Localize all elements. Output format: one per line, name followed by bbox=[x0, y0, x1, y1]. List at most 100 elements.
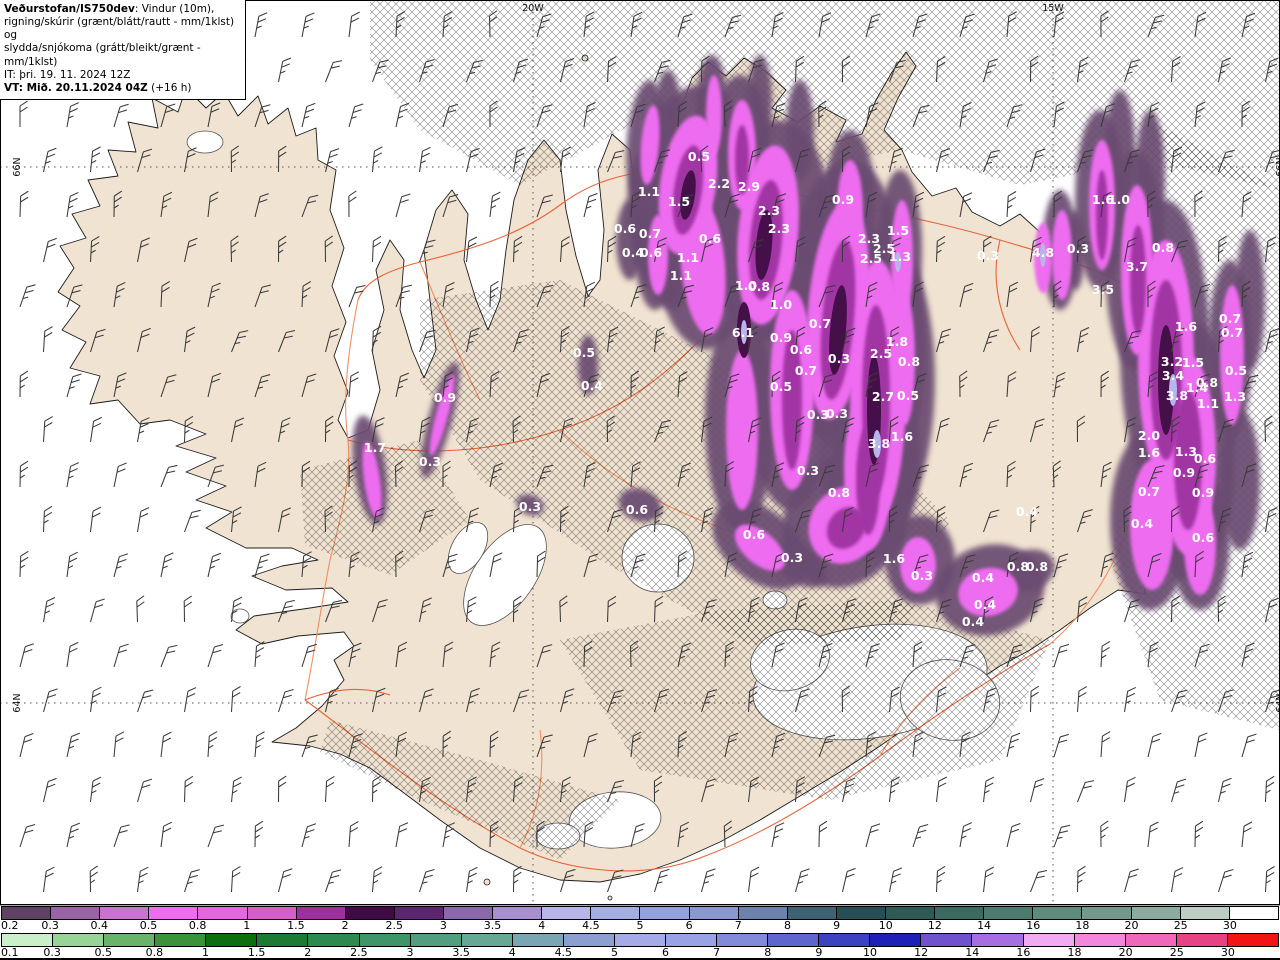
valid-time: VT: Mið. 20.11.2024 04Z bbox=[4, 81, 148, 94]
precip-value-label: 3.4 bbox=[1162, 368, 1184, 383]
precip-value-label: 0.6 bbox=[743, 527, 765, 542]
precip-value-label: 2.5 bbox=[860, 251, 882, 266]
scale-cell bbox=[1229, 907, 1278, 919]
precip-value-label: 0.8 bbox=[898, 354, 920, 369]
scale-cell bbox=[689, 907, 739, 919]
scale-cell bbox=[149, 907, 199, 919]
scale-tick-label: 20 bbox=[1124, 919, 1139, 932]
precip-value-label: 0.3 bbox=[977, 248, 999, 263]
scale-tick-label: 8 bbox=[783, 919, 791, 932]
precip-value-label: 1.6 bbox=[883, 551, 905, 566]
init-time: IT: þri. 19. 11. 2024 12Z bbox=[4, 68, 131, 81]
precip-value-label: 1.5 bbox=[887, 223, 909, 238]
scale-cell bbox=[1180, 907, 1230, 919]
precip-value-label: 0.7 bbox=[1219, 311, 1241, 326]
precip-value-label: 0.8 bbox=[1026, 559, 1048, 574]
precip-value-label: 3.5 bbox=[1092, 282, 1114, 297]
precip-value-label: 1.1 bbox=[677, 250, 699, 265]
precip-value-label: 0.7 bbox=[1138, 484, 1160, 499]
scale-cell bbox=[155, 934, 207, 946]
precip-value-label: 1.0 bbox=[1108, 192, 1130, 207]
precip-value-label: 0.4 bbox=[1131, 516, 1153, 531]
scale-cell bbox=[640, 907, 690, 919]
precip-value-label: 1.5 bbox=[668, 194, 690, 209]
precip-value-label: 0.4 bbox=[581, 378, 603, 393]
map-title-box: Veðurstofan/IS750dev: Vindur (10m), rign… bbox=[0, 0, 246, 100]
scale-cell bbox=[206, 934, 258, 946]
precip-value-label: 0.5 bbox=[1225, 363, 1247, 378]
scale-tick-label: 0.8 bbox=[188, 919, 207, 932]
scale-tick-label: 3.5 bbox=[483, 919, 502, 932]
scale-tick-label: 16 bbox=[1026, 919, 1041, 932]
sleet-scale-cells bbox=[1, 906, 1279, 920]
sleet-scale-ticks: 0.2 0.3 0.4 0.5 0.8 1 1.5 2 2.5 3 3.5 4 4.5 5 6 7 8 9 10 12… bbox=[0, 919, 1280, 932]
precip-value-label: 2.0 bbox=[1138, 428, 1160, 443]
valid-time-line: VT: Mið. 20.11.2024 04Z (+16 h) bbox=[4, 82, 240, 95]
scale-tick-label: 25 bbox=[1173, 919, 1188, 932]
title-line: Veðurstofan/IS750dev: Vindur (10m), bbox=[4, 3, 240, 16]
precip-value-label: 1.7 bbox=[364, 440, 386, 455]
scale-cell bbox=[768, 934, 820, 946]
precip-value-label: 0.4 bbox=[1016, 504, 1038, 519]
precip-value-label: 1.3 bbox=[1224, 389, 1246, 404]
precip-value-label: 0.5 bbox=[573, 345, 595, 360]
scale-cell bbox=[1131, 907, 1181, 919]
longitude-label: 15W bbox=[1042, 3, 1064, 14]
scale-cell bbox=[104, 934, 156, 946]
scale-tick-label: 1 bbox=[243, 919, 251, 932]
scale-tick-label: 7 bbox=[734, 919, 742, 932]
precip-value-label: 0.3 bbox=[419, 454, 441, 469]
precip-value-label: 3.8 bbox=[1166, 388, 1188, 403]
precip-value-label: 0.8 bbox=[1152, 240, 1174, 255]
color-scales: 0.2 0.3 0.4 0.5 0.8 1 1.5 2 2.5 3 3.5 4 4.5 5 6 7 8 9 10 12… bbox=[0, 905, 1280, 960]
precip-value-label: 2.3 bbox=[768, 221, 790, 236]
scale-tick-label: 14 bbox=[977, 919, 992, 932]
scale-cell bbox=[2, 907, 52, 919]
precip-value-label: 0.9 bbox=[770, 330, 792, 345]
precip-value-label: 0.7 bbox=[1221, 325, 1243, 340]
precip-value-label: 0.3 bbox=[519, 499, 541, 514]
precip-value-label: 0.6 bbox=[1192, 530, 1214, 545]
scale-cell bbox=[1082, 907, 1132, 919]
scale-cell bbox=[717, 934, 769, 946]
scale-cell bbox=[921, 934, 973, 946]
scale-cell bbox=[666, 934, 718, 946]
scale-cell bbox=[1023, 934, 1075, 946]
scale-cell bbox=[1033, 907, 1083, 919]
scale-cell bbox=[257, 934, 309, 946]
precip-value-label: 2.3 bbox=[758, 203, 780, 218]
precip-value-label: 0.4 bbox=[972, 570, 994, 585]
scale-cell bbox=[296, 907, 346, 919]
precip-value-label: 1.0 bbox=[770, 297, 792, 312]
precip-value-label: 3.2 bbox=[1161, 354, 1183, 369]
precip-value-label: 0.3 bbox=[781, 550, 803, 565]
scale-cell bbox=[819, 934, 871, 946]
precip-value-label: 4.8 bbox=[1032, 245, 1054, 260]
precip-value-label: 1.4 bbox=[1186, 380, 1208, 395]
scale-cell bbox=[542, 907, 592, 919]
precip-value-label: 0.7 bbox=[795, 363, 817, 378]
precip-value-label: 0.9 bbox=[832, 192, 854, 207]
scale-cell bbox=[461, 934, 513, 946]
precip-value-label: 1.3 bbox=[889, 249, 911, 264]
precip-value-label: 1.1 bbox=[670, 268, 692, 283]
weather-map-page: 0.5 1.1 2.2 2.9 1.5 2.3 2.3 0.9 0.6 0.7 0.4 0.6 0.6 1… bbox=[0, 0, 1280, 960]
scale-tick-label: 5 bbox=[636, 919, 644, 932]
scale-tick-label: 12 bbox=[927, 919, 942, 932]
precip-value-label: 0.3 bbox=[828, 351, 850, 366]
scale-cell bbox=[359, 934, 411, 946]
scale-cell bbox=[738, 907, 788, 919]
precip-value-label: 1.1 bbox=[638, 184, 660, 199]
precip-value-label: 1.6 bbox=[891, 429, 913, 444]
precip-value-label: 0.4 bbox=[962, 614, 984, 629]
scale-cell bbox=[308, 934, 360, 946]
precip-value-label: 0.4 bbox=[974, 597, 996, 612]
scale-cell bbox=[2, 934, 54, 946]
precip-value-label: 0.5 bbox=[688, 149, 710, 164]
scale-tick-label: 10 bbox=[878, 919, 893, 932]
precip-value-label: 0.6 bbox=[790, 342, 812, 357]
product-name: Veðurstofan/IS750dev bbox=[4, 3, 135, 15]
latitude-label: 64N bbox=[12, 693, 23, 712]
scale-cell bbox=[410, 934, 462, 946]
precip-value-label: 0.6 bbox=[626, 502, 648, 517]
